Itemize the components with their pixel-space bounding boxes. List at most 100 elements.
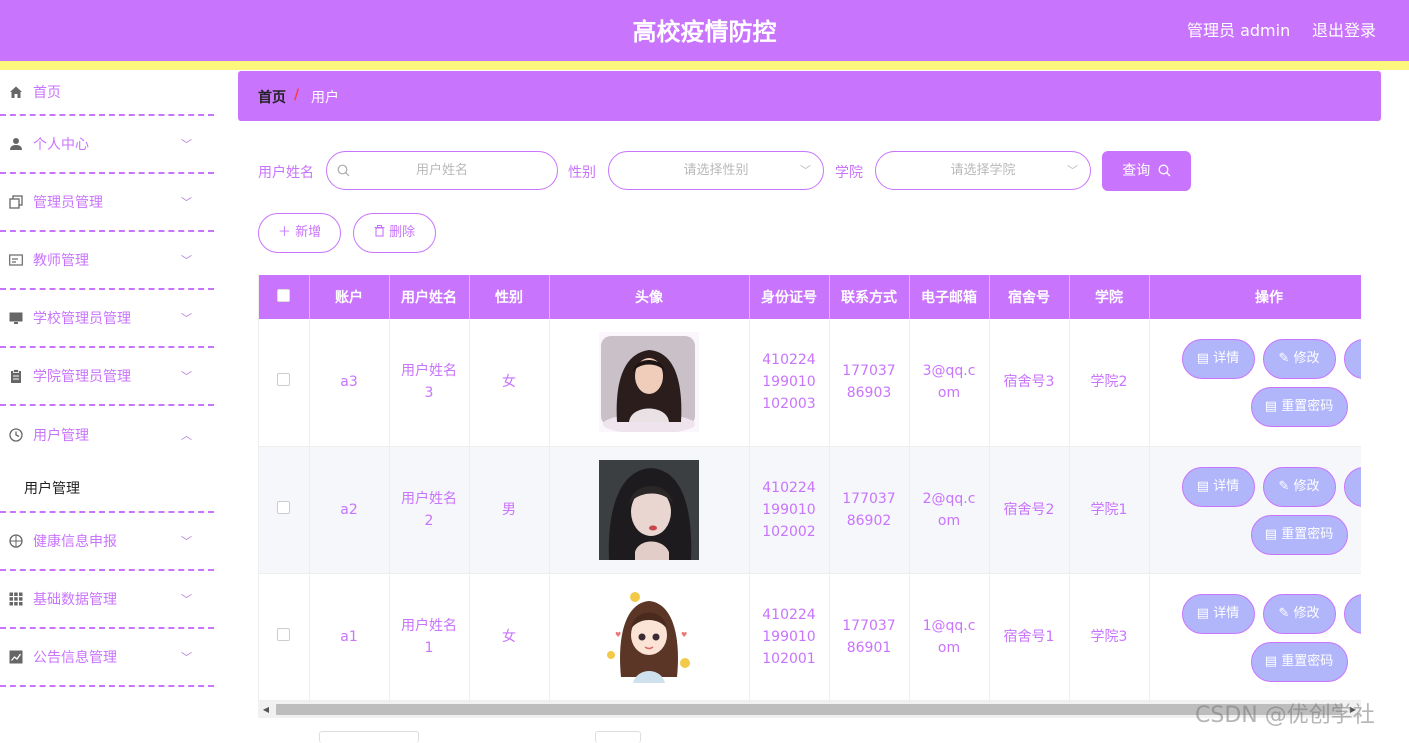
pencil-icon: ✎ bbox=[1278, 478, 1290, 494]
sidebar-item-admins[interactable]: 管理员管理 ﹀ bbox=[0, 174, 214, 232]
sidebar-item-label: 学校管理员管理 bbox=[33, 311, 131, 327]
gender-cell: 女 bbox=[469, 573, 550, 701]
avatar bbox=[599, 332, 699, 433]
clock-icon bbox=[9, 428, 23, 442]
chevron-down-icon: ﹀ bbox=[181, 370, 192, 383]
gender-select-placeholder: 请选择性别 bbox=[683, 163, 749, 178]
table-row: a3 用户姓名3 女 410224199010102003 1770378690… bbox=[259, 319, 1361, 447]
add-button[interactable]: ＋ 新增 bbox=[258, 213, 341, 253]
svg-text:♥: ♥ bbox=[681, 631, 687, 639]
avatar: ♥ ♥ bbox=[599, 586, 699, 687]
gender-cell: 女 bbox=[469, 319, 550, 447]
name-cell: 用户姓名1 bbox=[401, 617, 457, 656]
page-jump-input[interactable] bbox=[595, 731, 641, 743]
account-cell: a3 bbox=[309, 319, 390, 447]
sidebar-item-label: 管理员管理 bbox=[33, 195, 103, 211]
query-button[interactable]: 查询 bbox=[1102, 151, 1191, 191]
college-cell: 学院1 bbox=[1069, 446, 1150, 574]
sidebar-item-college-admins[interactable]: 学院管理员管理 ﹀ bbox=[0, 348, 214, 406]
card-icon bbox=[9, 253, 23, 267]
search-icon bbox=[1158, 164, 1171, 177]
gender-select[interactable]: 请选择性别 ﹀ bbox=[608, 151, 824, 190]
name-filter-input[interactable]: 用户姓名 bbox=[326, 151, 558, 190]
reset-password-button[interactable]: ▤ 重置密码 bbox=[1250, 514, 1348, 555]
sidebar-item-label: 首页 bbox=[33, 85, 61, 101]
sidebar-item-label: 基础数据管理 bbox=[33, 592, 117, 608]
detail-button[interactable]: ▤ 详情 bbox=[1181, 466, 1255, 507]
breadcrumb-separator: / bbox=[294, 87, 300, 103]
delete-row-button[interactable] bbox=[1343, 339, 1361, 379]
trash-icon bbox=[374, 225, 385, 237]
sidebar-item-label: 健康信息申报 bbox=[33, 534, 117, 550]
logout-link[interactable]: 退出登录 bbox=[1312, 17, 1376, 41]
phone-cell: 17703786903 bbox=[842, 363, 896, 402]
id-number-cell: 410224199010102001 bbox=[762, 606, 816, 667]
document-icon: ▤ bbox=[1264, 399, 1278, 414]
sidebar-item-notices[interactable]: 公告信息管理 ﹀ bbox=[0, 629, 214, 687]
column-header: 联系方式 bbox=[829, 275, 910, 319]
sidebar-item-profile[interactable]: 个人中心 ﹀ bbox=[0, 116, 214, 174]
sidebar-item-home[interactable]: 首页 bbox=[0, 70, 214, 116]
sidebar-item-school-admins[interactable]: 学校管理员管理 ﹀ bbox=[0, 290, 214, 348]
email-cell: 2@qq.com bbox=[922, 490, 976, 529]
home-icon bbox=[9, 85, 23, 99]
document-icon: ▤ bbox=[1264, 653, 1278, 669]
sidebar-item-health-report[interactable]: 健康信息申报 ﹀ bbox=[0, 513, 214, 571]
sidebar-item-base-data[interactable]: 基础数据管理 ﹀ bbox=[0, 571, 214, 629]
breadcrumb-home[interactable]: 首页 bbox=[258, 87, 286, 107]
chevron-down-icon: ﹀ bbox=[181, 138, 192, 151]
account-cell: a2 bbox=[309, 446, 390, 574]
pencil-icon: ✎ bbox=[1278, 351, 1290, 366]
id-number-cell: 410224199010102003 bbox=[762, 352, 816, 413]
account-cell: a1 bbox=[309, 573, 390, 701]
chevron-down-icon: ﹀ bbox=[181, 535, 192, 548]
sidebar-item-label: 学院管理员管理 bbox=[33, 369, 131, 385]
sidebar-item-teachers[interactable]: 教师管理 ﹀ bbox=[0, 232, 214, 290]
row-checkbox[interactable] bbox=[277, 500, 291, 514]
college-select[interactable]: 请选择学院 ﹀ bbox=[875, 151, 1091, 190]
sidebar-item-label: 个人中心 bbox=[33, 137, 89, 153]
breadcrumb: 首页 / 用户 bbox=[238, 71, 1381, 121]
delete-row-button[interactable] bbox=[1343, 466, 1361, 507]
column-header: 账户 bbox=[309, 275, 390, 319]
column-header: 用户姓名 bbox=[389, 275, 470, 319]
select-all-cell[interactable] bbox=[259, 275, 310, 319]
detail-button[interactable]: ▤ 详情 bbox=[1181, 593, 1255, 634]
edit-button[interactable]: ✎ 修改 bbox=[1262, 466, 1336, 507]
college-select-placeholder: 请选择学院 bbox=[950, 163, 1016, 178]
top-header: 高校疫情防控 管理员 admin 退出登录 bbox=[0, 0, 1409, 61]
delete-row-button[interactable] bbox=[1343, 593, 1361, 634]
edit-button[interactable]: ✎ 修改 bbox=[1262, 339, 1336, 379]
college-filter-label: 学院 bbox=[835, 165, 863, 181]
sidebar-item-label: 用户管理 bbox=[33, 428, 89, 444]
row-checkbox[interactable] bbox=[277, 627, 291, 641]
document-icon: ▤ bbox=[1264, 526, 1278, 542]
page-size-select[interactable] bbox=[319, 731, 419, 743]
query-button-label: 查询 bbox=[1122, 163, 1151, 179]
sidebar-item-users[interactable]: 用户管理 ︿ bbox=[0, 406, 214, 464]
reset-password-button[interactable]: ▤ 重置密码 bbox=[1250, 641, 1348, 682]
delete-button[interactable]: 删除 bbox=[353, 213, 436, 253]
detail-button[interactable]: ▤ 详情 bbox=[1181, 339, 1255, 379]
reset-password-button[interactable]: ▤ 重置密码 bbox=[1250, 387, 1348, 427]
plus-icon: ＋ bbox=[277, 225, 291, 240]
phone-cell: 17703786901 bbox=[842, 617, 896, 656]
document-icon: ▤ bbox=[1196, 605, 1210, 621]
select-all-checkbox[interactable] bbox=[277, 288, 291, 302]
chevron-down-icon: ﹀ bbox=[181, 196, 192, 209]
user-table: 账户 用户姓名 性别 头像 身份证号 联系方式 电子邮箱 宿舍号 学院 操作 a… bbox=[258, 275, 1361, 701]
chevron-down-icon: ﹀ bbox=[181, 651, 192, 664]
table-row: a1 用户姓名1 女 ♥ ♥ 410224199010102001 177037… bbox=[259, 573, 1361, 701]
scroll-left-icon[interactable]: ◀ bbox=[258, 701, 274, 718]
copy-icon bbox=[9, 195, 23, 209]
dorm-cell: 宿舍号2 bbox=[989, 446, 1070, 574]
sidebar-subitem-user-management[interactable]: 用户管理 bbox=[0, 464, 214, 513]
compass-icon bbox=[9, 534, 23, 548]
gender-cell: 男 bbox=[469, 446, 550, 574]
grid-icon bbox=[9, 592, 23, 606]
edit-button[interactable]: ✎ 修改 bbox=[1262, 593, 1336, 634]
search-icon bbox=[337, 152, 350, 189]
scrollbar-thumb[interactable] bbox=[276, 704, 1342, 715]
row-checkbox[interactable] bbox=[277, 373, 291, 387]
table-row: a2 用户姓名2 男 410224199010102002 1770378690… bbox=[259, 446, 1361, 574]
